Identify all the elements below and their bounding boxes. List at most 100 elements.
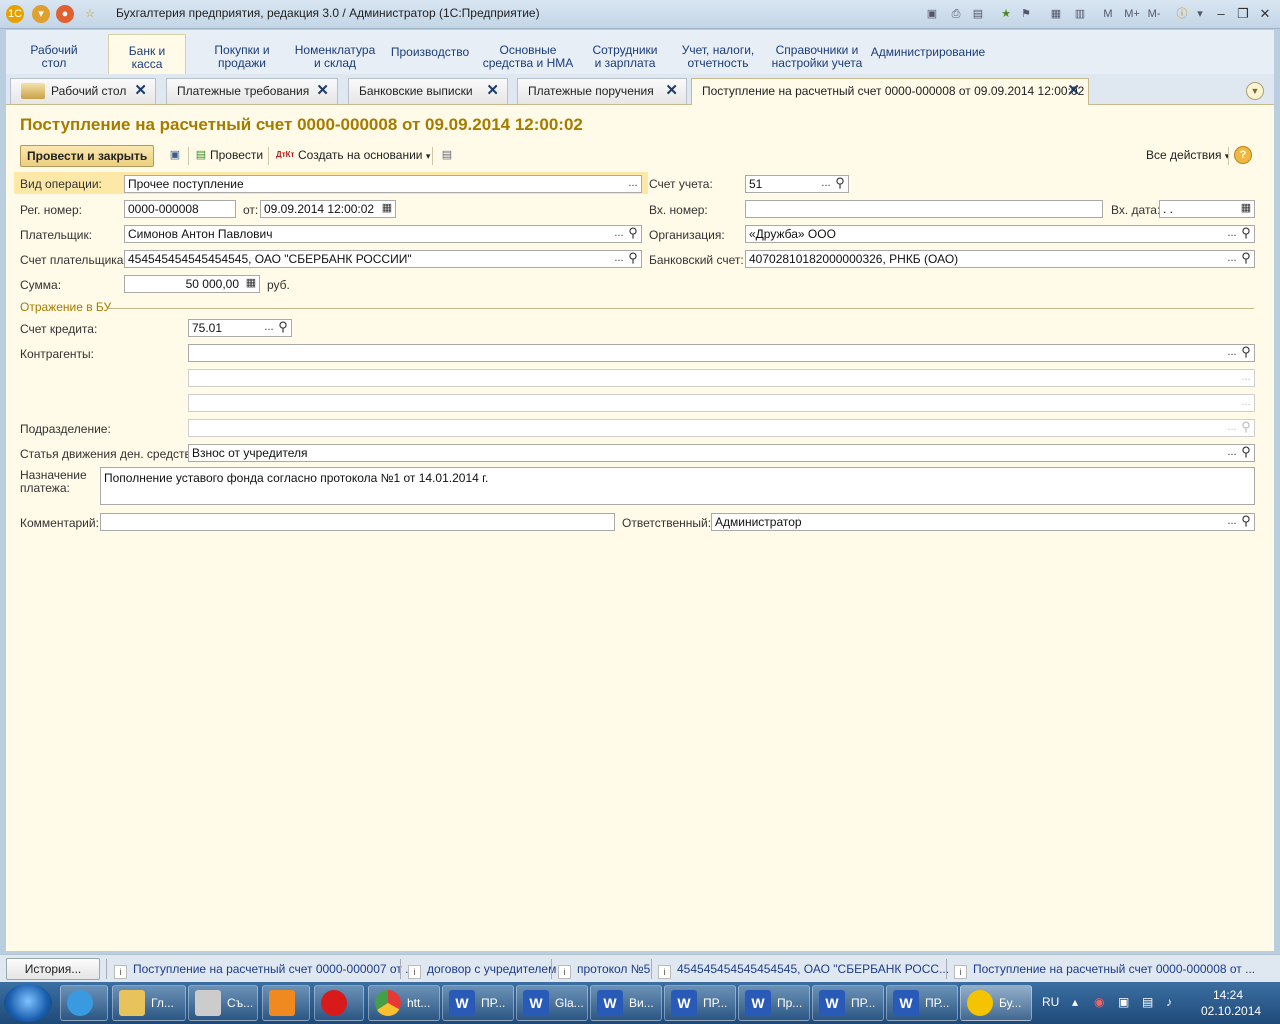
credit-account-field[interactable]: 75.01 ... ⚲ [188,319,292,337]
menu-fixed-assets[interactable]: Основные средства и НМА [482,44,574,70]
organization-field[interactable]: «Дружба» ООО ... ⚲ [745,225,1255,243]
search-icon[interactable]: ⚲ [832,176,848,192]
menu-bank-cash[interactable]: Банк и касса [108,34,186,74]
clock-time[interactable]: 14:24 [1213,988,1243,1002]
bank-account-field[interactable]: 40702810182000000326, РНКБ (ОАО) ... ⚲ [745,250,1255,268]
taskbar-word-3[interactable]: W Ви... [590,985,662,1021]
history-button[interactable]: История... [6,958,100,980]
calculator-icon[interactable]: ▦ [243,276,259,292]
report-icon[interactable]: ▤ [440,148,454,162]
taskbar-explorer[interactable]: Гл... [112,985,186,1021]
select-button[interactable]: ... [625,176,641,192]
search-icon[interactable]: ⚲ [275,320,291,336]
comment-field[interactable] [100,513,615,531]
close-tab-icon[interactable]: ✕ [1067,79,1080,103]
taskbar-media[interactable] [262,985,310,1021]
network-icon[interactable]: ▣ [1118,995,1129,1009]
dt-kt-icon[interactable]: ДтКт [276,148,294,162]
monitor-icon[interactable]: ▤ [1142,995,1153,1009]
menu-production[interactable]: Производство [388,46,472,59]
payer-field[interactable]: Симонов Антон Павлович ... ⚲ [124,225,642,243]
search-icon[interactable]: ⚲ [625,226,641,242]
counterparty-field[interactable]: ... ⚲ [188,344,1255,362]
tab-desktop[interactable]: Рабочий стол ✕ [10,78,156,104]
memory-m-button[interactable]: M [1100,6,1116,22]
taskbar-word-4[interactable]: W ПР... [664,985,736,1021]
history-item[interactable]: i протокол №5 [558,962,650,979]
menu-dropdown-icon[interactable]: ▾ [32,5,50,23]
menu-desktop[interactable]: Рабочий стол [14,44,94,70]
info-icon[interactable]: ⓘ [1174,6,1190,22]
save-icon[interactable]: ▣ [168,148,182,162]
taskbar-ie[interactable] [60,985,108,1021]
menu-references[interactable]: Справочники и настройки учета [770,44,864,70]
tabs-scroll-icon[interactable]: ▼ [1246,82,1264,100]
favorite-star-icon[interactable]: ☆ [82,6,98,22]
minimize-icon[interactable]: – [1210,5,1232,23]
post-button[interactable]: Провести [210,148,263,162]
calendar-icon[interactable]: ▦ [379,201,395,217]
search-icon[interactable]: ⚲ [1238,345,1254,361]
memory-mminus-button[interactable]: M- [1144,6,1164,22]
date-field[interactable]: 09.09.2014 12:00:02 ▦ [260,200,396,218]
close-tab-icon[interactable]: ✕ [665,79,678,103]
history-item[interactable]: i Поступление на расчетный счет 0000-0000… [114,962,415,979]
taskbar-word-2[interactable]: W Gla... [516,985,588,1021]
payment-purpose-field[interactable]: Пополнение уставого фонда согласно прото… [100,467,1255,505]
taskbar-word-1[interactable]: W ПР... [442,985,514,1021]
reg-number-field[interactable]: 0000-000008 [124,200,236,218]
account-field[interactable]: 51 ... ⚲ [745,175,849,193]
home-icon[interactable]: ● [56,5,74,23]
incoming-number-field[interactable] [745,200,1103,218]
post-icon[interactable]: ▤ [194,148,208,162]
volume-icon[interactable]: ♪ [1166,995,1172,1009]
tab-bank-statements[interactable]: Банковские выписки ✕ [348,78,508,104]
menu-employees[interactable]: Сотрудники и зарплата [586,44,664,70]
taskbar-word-5[interactable]: W Пр... [738,985,810,1021]
favorites-icon[interactable]: ★ [998,6,1014,22]
calendar-icon[interactable]: ▦ [1238,201,1254,217]
all-actions-button[interactable]: Все действия ▾ [1146,148,1229,162]
close-tab-icon[interactable]: ✕ [486,79,499,103]
bookmark-icon[interactable]: ⚑ [1018,6,1034,22]
history-item[interactable]: i договор с учредителем [408,962,556,979]
app-logo-icon[interactable]: 1С [6,5,24,23]
close-tab-icon[interactable]: ✕ [134,79,147,103]
cashflow-item-field[interactable]: Взнос от учредителя ... ⚲ [188,444,1255,462]
print-icon[interactable]: ⎙ [948,6,964,22]
close-icon[interactable]: ✕ [1254,5,1276,23]
search-icon[interactable]: ⚲ [1238,514,1254,530]
preview-icon[interactable]: ▤ [970,6,986,22]
search-icon[interactable]: ⚲ [1238,226,1254,242]
menu-nomenclature[interactable]: Номенклатура и склад [292,44,378,70]
taskbar-word-6[interactable]: W ПР... [812,985,884,1021]
start-button[interactable] [4,984,52,1022]
history-item[interactable]: i 454545454545454545, ОАО "СБЕРБАНК РОСС.… [658,962,949,979]
sum-field[interactable]: 50 000,00 ▦ [124,275,260,293]
tab-receipt-document[interactable]: Поступление на расчетный счет 0000-00000… [691,78,1089,105]
taskbar-opera[interactable] [314,985,364,1021]
save-icon[interactable]: ▣ [924,6,940,22]
close-tab-icon[interactable]: ✕ [316,79,329,103]
tray-expand-icon[interactable]: ▴ [1072,995,1078,1009]
incoming-date-field[interactable]: . . ▦ [1159,200,1255,218]
responsible-field[interactable]: Администратор ... ⚲ [711,513,1255,531]
taskbar-1c[interactable]: Бу... [960,985,1032,1021]
calculator-icon[interactable]: ▦ [1048,6,1064,22]
language-indicator[interactable]: RU [1042,995,1059,1009]
create-based-on-button[interactable]: Создать на основании ▾ [298,148,430,162]
tab-payment-requests[interactable]: Платежные требования ✕ [166,78,338,104]
search-icon[interactable]: ⚲ [625,251,641,267]
history-item[interactable]: i Поступление на расчетный счет 0000-0000… [954,962,1255,979]
search-icon[interactable]: ⚲ [1238,251,1254,267]
clock-date[interactable]: 02.10.2014 [1201,1004,1261,1018]
menu-administration[interactable]: Администрирование [870,46,986,59]
help-icon[interactable]: ? [1234,146,1252,164]
payer-account-field[interactable]: 454545454545454545, ОАО "СБЕРБАНК РОССИИ… [124,250,642,268]
chevron-down-icon[interactable]: ▾ [1192,6,1208,22]
calendar-icon[interactable]: ▥ [1072,6,1088,22]
operation-type-field[interactable]: Прочее поступление ... [124,175,642,193]
taskbar-word-7[interactable]: W ПР... [886,985,958,1021]
search-icon[interactable]: ⚲ [1238,445,1254,461]
tab-payment-orders[interactable]: Платежные поручения ✕ [517,78,687,104]
